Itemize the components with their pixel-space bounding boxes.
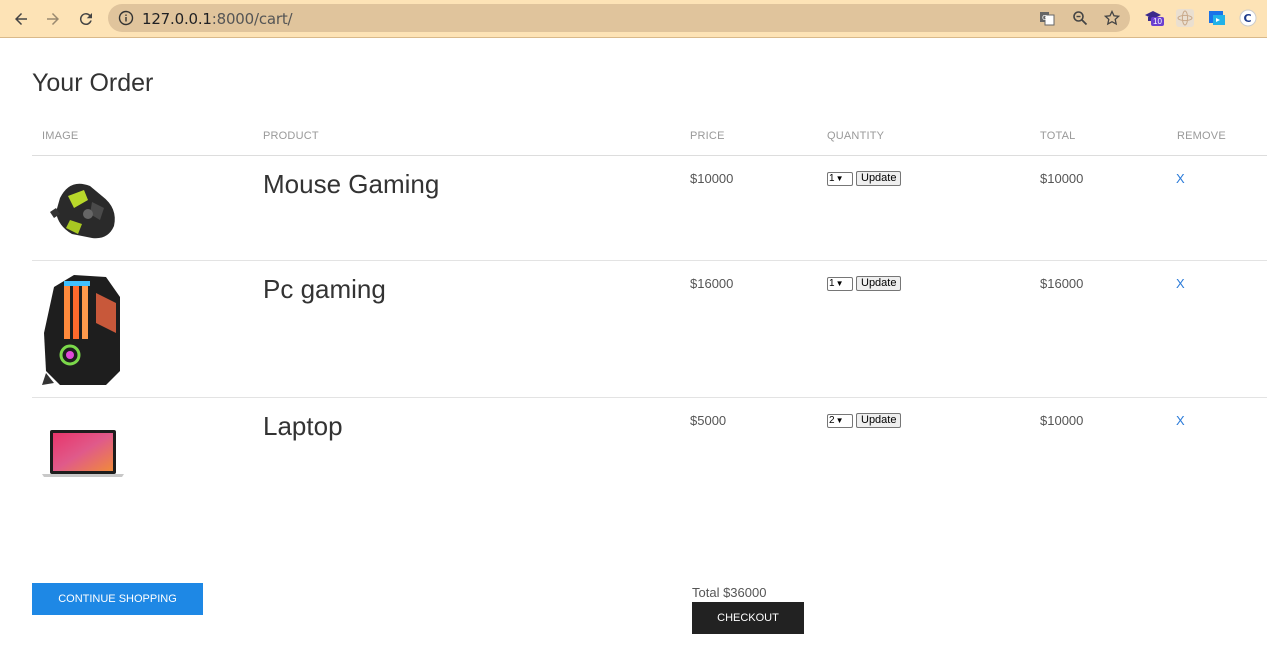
quantity-control: 2 ▼ Update <box>827 413 902 428</box>
page-title: Your Order <box>32 69 154 97</box>
row-total: $16000 <box>1040 276 1084 291</box>
chevron-down-icon: ▼ <box>835 174 844 183</box>
update-button[interactable]: Update <box>856 413 902 428</box>
extension-cast-icon[interactable] <box>1207 8 1227 28</box>
header-total: TOTAL <box>1040 130 1076 142</box>
quantity-value: 1 <box>829 173 835 184</box>
remove-link[interactable]: X <box>1176 171 1185 186</box>
product-name[interactable]: Laptop <box>263 411 343 442</box>
forward-arrow-icon <box>47 13 59 25</box>
row-total: $10000 <box>1040 171 1084 186</box>
product-price: $10000 <box>690 171 734 186</box>
extension-c-icon[interactable]: C <box>1238 8 1258 28</box>
forward-button[interactable] <box>41 7 65 31</box>
quantity-value: 1 <box>829 278 835 289</box>
chevron-down-icon: ▼ <box>835 279 844 288</box>
table-header: IMAGE PRODUCT PRICE QUANTITY TOTAL REMOV… <box>32 118 1267 156</box>
extension-react-icon[interactable] <box>1175 8 1195 28</box>
svg-text:C: C <box>1244 12 1252 25</box>
remove-link[interactable]: X <box>1176 276 1185 291</box>
table-row: Pc gaming $16000 1 ▼ Update $16000 X <box>32 261 1267 398</box>
gaming-mouse-image <box>40 168 130 253</box>
back-button[interactable] <box>9 7 33 31</box>
url-path: :8000/cart/ <box>211 10 293 28</box>
reload-icon <box>79 13 92 26</box>
update-button[interactable]: Update <box>856 276 902 291</box>
header-quantity: QUANTITY <box>827 130 885 142</box>
product-price: $16000 <box>690 276 734 291</box>
url-text: 127.0.0.1:8000/cart/ <box>142 10 293 28</box>
update-button[interactable]: Update <box>856 171 902 186</box>
laptop-image <box>42 428 126 485</box>
quantity-value: 2 <box>829 415 835 426</box>
product-name[interactable]: Mouse Gaming <box>263 169 439 200</box>
continue-shopping-button[interactable]: CONTINUE SHOPPING <box>32 583 203 615</box>
product-name[interactable]: Pc gaming <box>263 274 386 305</box>
row-total: $10000 <box>1040 413 1084 428</box>
header-product: PRODUCT <box>263 130 319 142</box>
back-arrow-icon <box>15 13 27 25</box>
quantity-select[interactable]: 1 ▼ <box>827 171 853 186</box>
header-remove: REMOVE <box>1177 130 1226 142</box>
browser-toolbar: 127.0.0.1:8000/cart/ G 10 C <box>0 0 1267 38</box>
quantity-control: 1 ▼ Update <box>827 276 902 291</box>
quantity-select[interactable]: 1 ▼ <box>827 276 853 291</box>
url-host: 127.0.0.1 <box>142 10 212 28</box>
translate-icon[interactable]: G <box>1039 10 1055 26</box>
remove-link[interactable]: X <box>1176 413 1185 428</box>
header-price: PRICE <box>690 130 725 142</box>
chevron-down-icon: ▼ <box>835 416 844 425</box>
table-row: Laptop $5000 2 ▼ Update $10000 X <box>32 398 1267 518</box>
extension-badge: 10 <box>1151 17 1164 26</box>
zoom-icon[interactable] <box>1072 10 1088 26</box>
table-row: Mouse Gaming $10000 1 ▼ Update $10000 X <box>32 156 1267 261</box>
cart-table: IMAGE PRODUCT PRICE QUANTITY TOTAL REMOV… <box>32 118 1267 518</box>
address-bar[interactable]: 127.0.0.1:8000/cart/ G <box>108 4 1130 32</box>
bookmark-star-icon[interactable] <box>1104 10 1120 26</box>
reload-button[interactable] <box>74 7 98 31</box>
quantity-select[interactable]: 2 ▼ <box>827 413 853 428</box>
quantity-control: 1 ▼ Update <box>827 171 902 186</box>
svg-text:G: G <box>1042 14 1047 22</box>
checkout-button[interactable]: CHECKOUT <box>692 602 804 634</box>
order-total: Total $36000 <box>692 585 767 600</box>
product-price: $5000 <box>690 413 727 428</box>
gaming-pc-image <box>40 273 124 392</box>
extension-hat-icon[interactable]: 10 <box>1143 8 1164 28</box>
header-image: IMAGE <box>42 130 79 142</box>
info-icon[interactable] <box>118 10 134 26</box>
